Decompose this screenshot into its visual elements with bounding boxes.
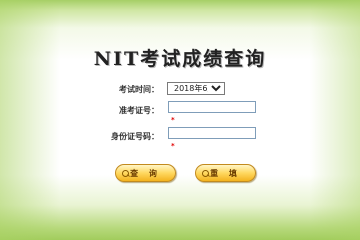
exam-time-select[interactable]: 2018年6月 bbox=[167, 82, 225, 95]
id-number-label: 身份证号码： bbox=[111, 132, 159, 141]
required-mark-ticket: * bbox=[171, 116, 175, 124]
required-mark-id: * bbox=[171, 142, 175, 150]
exam-time-label: 考试时间： bbox=[119, 85, 159, 94]
search-icon bbox=[202, 170, 209, 177]
reset-button[interactable]: 重 填 bbox=[195, 164, 256, 182]
query-button-label: 查 询 bbox=[130, 167, 161, 178]
search-icon bbox=[122, 170, 129, 177]
ticket-number-label: 准考证号： bbox=[119, 106, 159, 115]
reset-button-label: 重 填 bbox=[210, 167, 241, 178]
left-background-glow bbox=[0, 0, 60, 240]
ticket-number-input[interactable] bbox=[168, 101, 256, 113]
id-number-input[interactable] bbox=[168, 127, 256, 139]
right-background-glow bbox=[310, 0, 360, 240]
query-button[interactable]: 查 询 bbox=[115, 164, 176, 182]
page-title: NIT考试成绩查询 bbox=[93, 48, 267, 70]
